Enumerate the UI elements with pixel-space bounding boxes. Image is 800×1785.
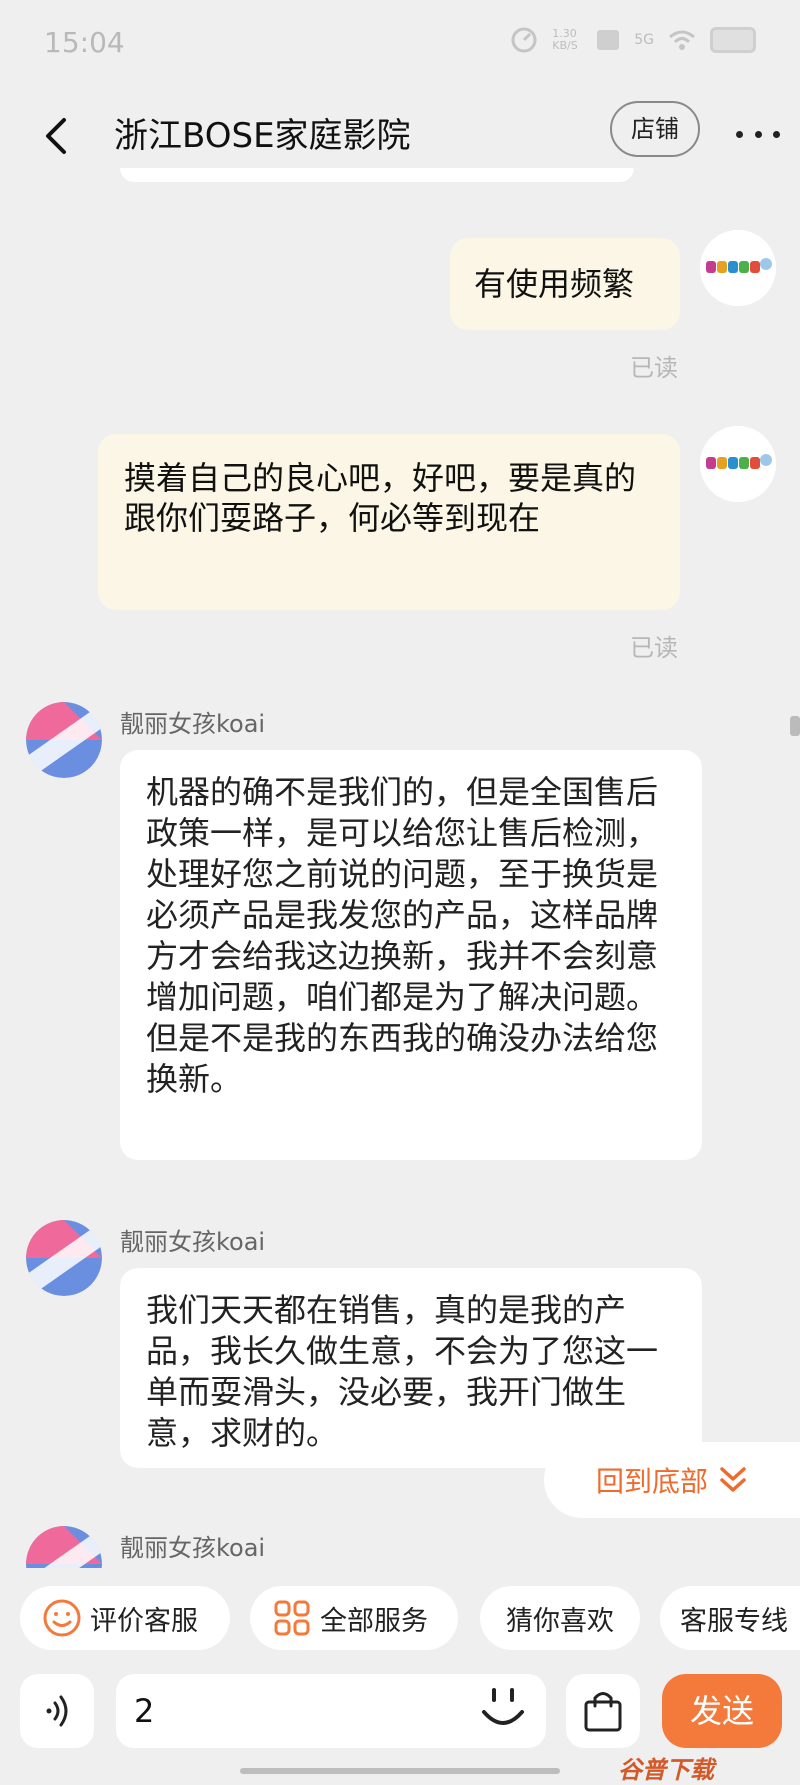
chip-label: 猜你喜欢 (506, 1605, 614, 1637)
chip-service-hotline[interactable]: 客服专线 (660, 1586, 800, 1650)
service-avatar-logo (26, 1220, 102, 1296)
speedometer-icon (511, 27, 537, 53)
chip-rate-service[interactable]: 评价客服 (20, 1586, 230, 1650)
net-speed: 1.30 KB/S (552, 27, 578, 52)
message-text: 有使用频繁 (474, 265, 635, 303)
service-avatar[interactable] (26, 1220, 102, 1296)
outgoing-message: 摸着自己的良心吧，好吧，要是真的跟你们耍路子，何必等到现在 (98, 434, 680, 610)
chip-label: 全部服务 (320, 1605, 428, 1637)
service-avatar-logo (26, 1526, 102, 1568)
status-icons: 1.30 KB/S 5G (510, 26, 756, 54)
wifi-icon (669, 30, 695, 50)
sender-name: 靓丽女孩koai (120, 710, 266, 738)
battery-icon (710, 27, 756, 53)
message-text: 我们天天都在销售，真的是我的产品，我长久做生意，不会为了您这一单而耍滑头，没必要… (146, 1291, 659, 1452)
voice-icon (46, 1695, 68, 1727)
status-time: 15:04 (44, 26, 125, 59)
smile-icon (43, 1599, 81, 1637)
user-avatar[interactable] (700, 426, 776, 502)
hd-icon (597, 30, 620, 50)
sender-name: 靓丽女孩koai (120, 1228, 266, 1256)
read-status: 已读 (630, 354, 678, 382)
back-to-bottom-button[interactable]: 回到底部 (544, 1442, 800, 1518)
status-bar: 15:04 1.30 KB/S 5G (0, 0, 800, 88)
double-chevron-down-icon (720, 1467, 746, 1492)
previous-message-bubble (120, 168, 634, 182)
chip-recommendations[interactable]: 猜你喜欢 (480, 1586, 640, 1650)
back-arrow-icon[interactable] (36, 106, 86, 166)
chip-label: 评价客服 (90, 1605, 198, 1637)
shopping-bag-button[interactable] (566, 1674, 640, 1748)
message-text: 摸着自己的良心吧，好吧，要是真的跟你们耍路子，何必等到现在 (124, 459, 637, 537)
voice-button[interactable] (20, 1674, 94, 1748)
network-type: 5G (634, 32, 654, 48)
incoming-message: 我们天天都在销售，真的是我的产品，我长久做生意，不会为了您这一单而耍滑头，没必要… (120, 1268, 702, 1468)
more-options-icon[interactable] (736, 114, 780, 154)
chip-label: 客服专线 (680, 1605, 788, 1637)
service-avatar[interactable] (26, 702, 102, 778)
send-button[interactable]: 发送 (662, 1674, 782, 1748)
shopping-bag-icon (584, 1692, 622, 1732)
chat-area[interactable]: 有使用频繁 已读 摸着自己的良心吧，好吧，要是真的跟你们耍路子，何必等到现在 已… (0, 184, 800, 1568)
user-avatar-logo (700, 426, 776, 502)
back-to-bottom-label: 回到底部 (595, 1465, 708, 1498)
home-indicator[interactable] (240, 1768, 560, 1774)
grid-services-icon (274, 1600, 310, 1636)
emoji-icon[interactable] (478, 1682, 528, 1740)
sender-name: 靓丽女孩koai (120, 1534, 266, 1562)
store-button[interactable]: 店铺 (610, 101, 700, 157)
chip-all-services[interactable]: 全部服务 (250, 1586, 458, 1650)
service-avatar-logo (26, 702, 102, 778)
outgoing-message: 有使用频繁 (450, 238, 680, 330)
incoming-message: 机器的确不是我们的，但是全国售后政策一样，是可以给您让售后检测，处理好您之前说的… (120, 750, 702, 1160)
user-avatar[interactable] (700, 230, 776, 306)
message-text: 机器的确不是我们的，但是全国售后政策一样，是可以给您让售后检测，处理好您之前说的… (146, 773, 659, 1098)
service-avatar[interactable] (26, 1526, 102, 1568)
input-bar: 2 发送 谷普下载 (0, 1668, 800, 1784)
watermark-logo: 谷普下载 (618, 1756, 714, 1784)
user-avatar-logo (700, 230, 776, 306)
shop-title: 浙江BOSE家庭影院 (114, 116, 411, 156)
quick-services-bar: 评价客服 全部服务 猜你喜欢 客服专线 (0, 1570, 800, 1670)
scrollbar[interactable] (790, 716, 800, 736)
read-status: 已读 (630, 634, 678, 662)
